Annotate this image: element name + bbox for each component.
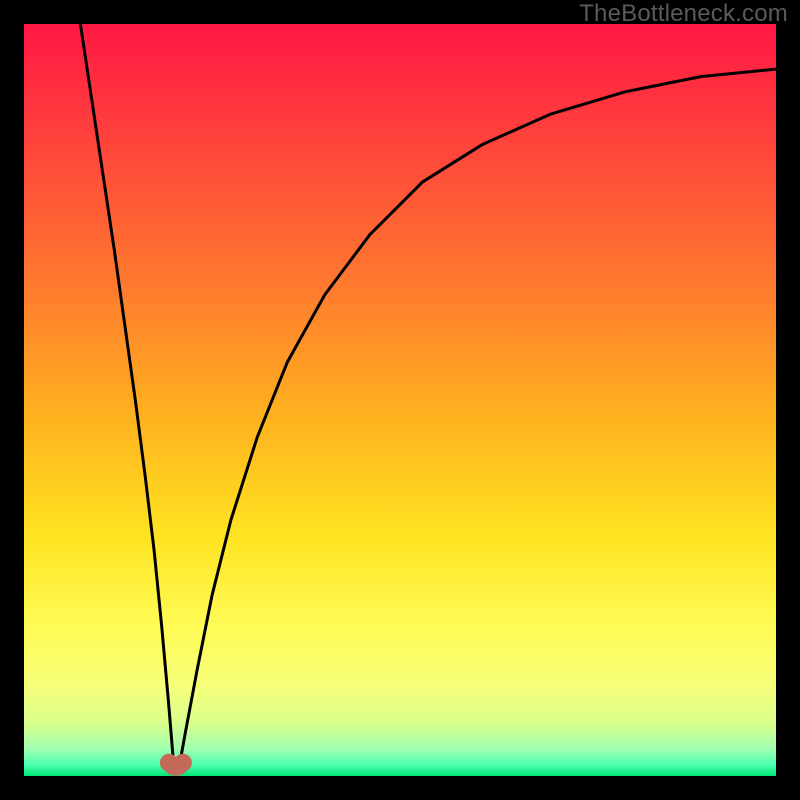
curve-right-branch	[178, 69, 776, 772]
curve-left-branch	[80, 24, 174, 772]
plot-area	[24, 24, 776, 776]
min-marker	[160, 754, 192, 776]
chart-stage: TheBottleneck.com	[0, 0, 800, 800]
plot-frame	[24, 24, 776, 776]
curve-layer	[24, 24, 776, 776]
